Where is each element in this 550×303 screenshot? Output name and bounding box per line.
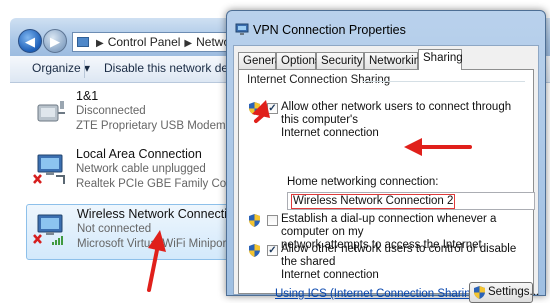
connection-item-wireless-2[interactable]: Wireless Network Connection 2 Not connec… bbox=[26, 204, 251, 260]
uac-shield-icon bbox=[249, 244, 260, 257]
tab-sharing[interactable]: Sharing bbox=[418, 49, 463, 70]
connection-item-1and1[interactable]: 1&1 Disconnected ZTE Proprietary USB Mod… bbox=[10, 87, 240, 143]
organize-menu[interactable]: Organize ▾ bbox=[32, 61, 90, 75]
breadcrumb-control-panel[interactable]: Control Panel bbox=[108, 35, 181, 49]
option-line: Internet connection bbox=[281, 269, 379, 281]
connection-status: Disconnected bbox=[76, 105, 146, 117]
option-line: Allow other network users to control or … bbox=[281, 243, 517, 268]
dialog-title: VPN Connection Properties bbox=[253, 23, 406, 37]
option-line: Allow other network users to connect thr… bbox=[281, 101, 512, 126]
allow-control-checkbox[interactable]: ✓ bbox=[267, 245, 278, 256]
network-icon bbox=[235, 23, 249, 35]
forward-button[interactable]: ▶ bbox=[43, 29, 67, 53]
option-line: Internet connection bbox=[281, 127, 379, 139]
connection-device: ZTE Proprietary USB Modem bbox=[76, 120, 226, 132]
settings-button[interactable]: Settings... bbox=[469, 282, 539, 303]
home-networking-value: Wireless Network Connection 2 bbox=[291, 194, 456, 209]
sharing-tab-page: Internet Connection Sharing ✓ Allow othe… bbox=[238, 69, 539, 303]
dialog-body: General Options Security Networking Shar… bbox=[233, 45, 539, 303]
settings-button-label: Settings... bbox=[488, 286, 540, 298]
wireless-connection-icon bbox=[33, 214, 63, 245]
uac-shield-icon bbox=[474, 286, 485, 299]
tab-options[interactable]: Options bbox=[276, 52, 321, 69]
allow-connect-checkbox[interactable]: ✓ bbox=[267, 103, 278, 114]
vpn-properties-dialog: VPN Connection Properties General Option… bbox=[226, 10, 546, 303]
allow-control-label[interactable]: Allow other network users to control or … bbox=[281, 243, 531, 282]
ics-group-label: Internet Connection Sharing bbox=[247, 74, 391, 86]
allow-connect-label[interactable]: Allow other network users to connect thr… bbox=[281, 101, 531, 140]
tab-networking[interactable]: Networking bbox=[364, 52, 427, 69]
breadcrumb-separator: ▶ bbox=[184, 38, 193, 49]
lan-connection-icon bbox=[33, 154, 65, 184]
tab-general[interactable]: General bbox=[238, 52, 284, 69]
connection-item-local-area[interactable]: Local Area Connection Network cable unpl… bbox=[10, 145, 261, 201]
using-ics-link[interactable]: Using ICS (Internet Connection Sharing) bbox=[275, 288, 481, 300]
option-line: Establish a dial-up connection whenever … bbox=[281, 213, 497, 238]
modem-connection-icon bbox=[37, 101, 65, 122]
control-panel-icon bbox=[77, 37, 89, 47]
back-button[interactable]: ◀ bbox=[18, 29, 42, 53]
breadcrumb-separator: ▶ bbox=[96, 38, 104, 49]
toolbar-divider bbox=[84, 60, 85, 78]
tab-security[interactable]: Security bbox=[316, 52, 364, 69]
uac-shield-icon bbox=[249, 214, 260, 227]
home-networking-field[interactable]: Wireless Network Connection 2 bbox=[287, 192, 535, 210]
group-divider bbox=[363, 81, 525, 82]
address-bar[interactable]: ▶ Control Panel ▶ Network a bbox=[72, 32, 252, 52]
home-networking-label: Home networking connection: bbox=[287, 176, 439, 188]
connection-name: 1&1 bbox=[76, 89, 99, 103]
dialup-checkbox[interactable] bbox=[267, 215, 278, 226]
uac-shield-icon bbox=[249, 102, 260, 115]
